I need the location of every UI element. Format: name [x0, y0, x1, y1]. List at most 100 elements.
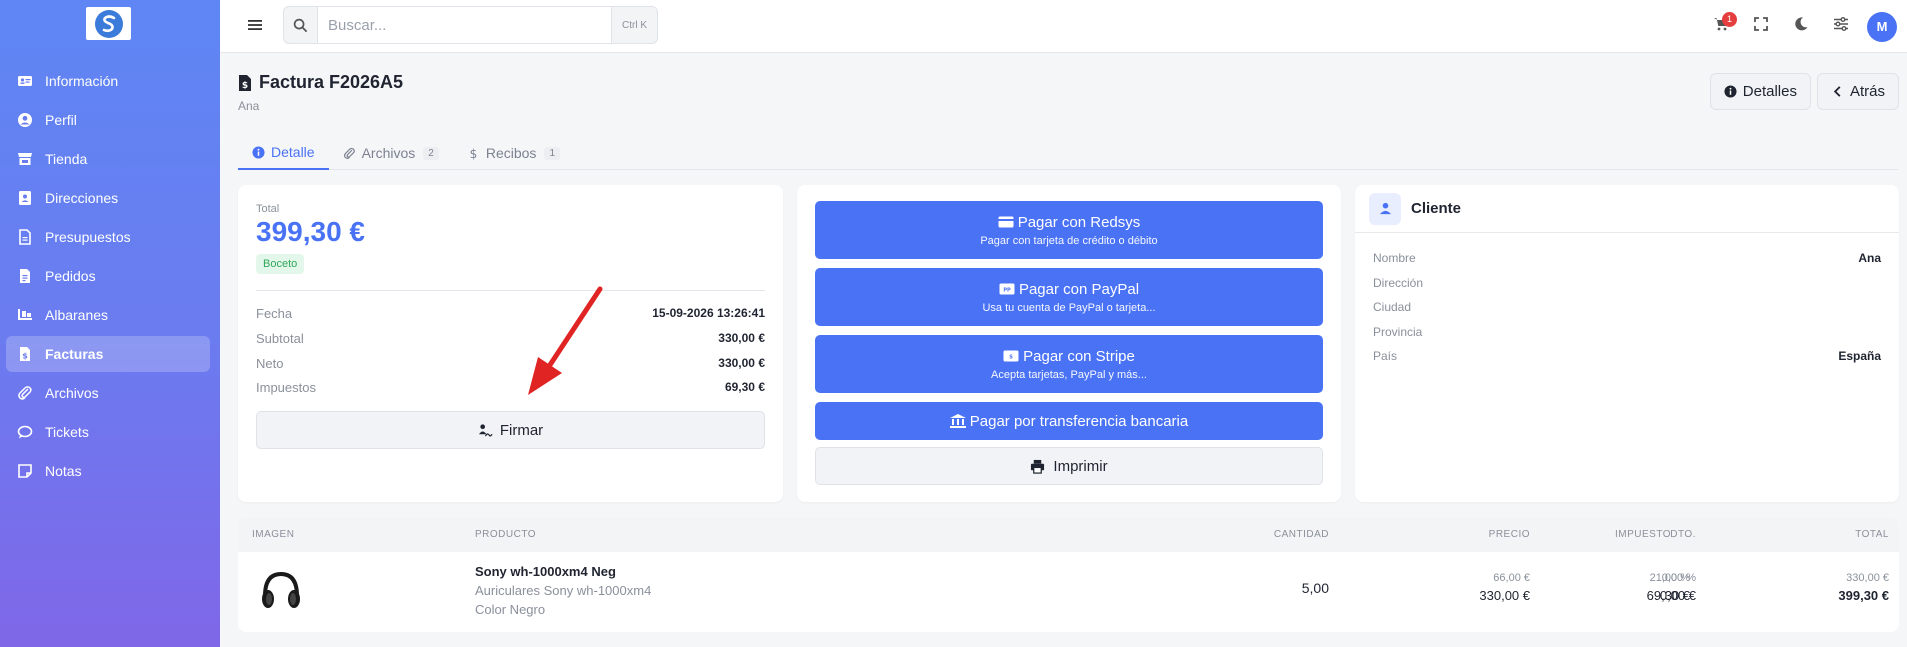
summary-key: Neto: [256, 356, 284, 371]
back-button-label: Atrás: [1849, 83, 1885, 100]
summary-key: Impuestos: [256, 380, 316, 395]
line-tax-value: 69,30 €: [1646, 588, 1690, 603]
print-button[interactable]: Imprimir: [815, 447, 1323, 485]
tab-recibos[interactable]: $ Recibos 1: [453, 136, 574, 170]
summary-key: Fecha: [256, 306, 293, 321]
sidebar-item-label: Albaranes: [45, 307, 109, 323]
svg-text:S: S: [1009, 355, 1013, 361]
sidebar-item-archivos[interactable]: Archivos: [6, 375, 210, 411]
invoice-icon: $: [16, 345, 34, 363]
menu-toggle-icon[interactable]: [247, 17, 263, 33]
id-card-icon: [16, 72, 34, 90]
total-value: 399,30 €: [256, 216, 365, 247]
sidebar-item-direcciones[interactable]: Direcciones: [6, 180, 210, 216]
back-button[interactable]: Atrás: [1816, 73, 1899, 110]
paperclip-icon: [343, 147, 355, 159]
printer-icon: [1031, 459, 1045, 474]
topbar: Ctrl K 1 M: [220, 0, 1907, 53]
tab-count-badge: 1: [544, 146, 560, 160]
search-input[interactable]: [318, 7, 611, 43]
sidebar-item-label: Tienda: [45, 151, 88, 167]
paypal-icon: PP: [999, 283, 1015, 295]
sidebar-item-perfil[interactable]: Perfil: [6, 102, 210, 138]
cart-count-badge: 1: [1722, 11, 1737, 27]
store-icon: [16, 150, 34, 168]
user-circle-icon: [16, 111, 34, 129]
col-header-image: IMAGEN: [252, 529, 295, 540]
settings-button[interactable]: [1821, 7, 1861, 47]
logo[interactable]: [86, 7, 131, 40]
sidebar-item-tickets[interactable]: Tickets: [6, 414, 210, 450]
sign-button[interactable]: Firmar: [256, 411, 765, 449]
dollar-icon: $: [470, 147, 478, 160]
svg-text:$: $: [470, 147, 478, 160]
client-row-provincia: Provincia: [1373, 325, 1881, 339]
invoice-icon: $: [239, 74, 251, 91]
client-row-direccion: Dirección: [1373, 276, 1881, 290]
pay-paypal-button[interactable]: PP Pagar con PayPal Usa tu cuenta de Pay…: [815, 268, 1323, 326]
tab-archivos[interactable]: Archivos 2: [329, 136, 453, 170]
sidebar-item-pedidos[interactable]: Pedidos: [6, 258, 210, 294]
status-badge: Boceto: [256, 254, 305, 274]
client-key: Dirección: [1373, 276, 1424, 290]
tab-bar: Detalle Archivos 2 $ Recibos 1: [238, 136, 1898, 170]
expand-icon: [1753, 16, 1769, 37]
sidebar-item-label: Archivos: [45, 385, 99, 401]
line-total-subtotal: 330,00 €: [1846, 572, 1889, 584]
line-unit-price: 66,00 €: [1493, 572, 1530, 584]
sidebar-item-albaranes[interactable]: Albaranes: [6, 297, 210, 333]
tab-label: Detalle: [271, 144, 315, 160]
file-text-icon: [16, 267, 34, 285]
sidebar-item-tienda[interactable]: Tienda: [6, 141, 210, 177]
cart-button[interactable]: 1: [1701, 7, 1741, 47]
client-key: Nombre: [1373, 251, 1416, 265]
col-header-tax: IMPUESTO: [1615, 529, 1672, 540]
pay-stripe-title: Pagar con Stripe: [1023, 347, 1135, 365]
col-header-product: PRODUCTO: [475, 529, 537, 540]
divider: [256, 290, 765, 291]
dark-mode-toggle[interactable]: [1781, 7, 1821, 47]
total-label: Total: [256, 203, 280, 215]
tab-label: Archivos: [361, 145, 416, 161]
sidebar-item-presupuestos[interactable]: Presupuestos: [6, 219, 210, 255]
sidebar-item-facturas[interactable]: $ Facturas: [6, 336, 210, 372]
client-row-nombre: Nombre Ana: [1373, 251, 1881, 265]
print-button-label: Imprimir: [1053, 457, 1108, 475]
user-avatar[interactable]: M: [1867, 11, 1897, 42]
client-key: Ciudad: [1373, 300, 1412, 314]
client-value: Ana: [1858, 251, 1881, 265]
line-price-total: 330,00 €: [1479, 588, 1530, 603]
sign-button-label: Firmar: [499, 421, 544, 439]
svg-text:$: $: [22, 352, 28, 361]
client-row-pais: País España: [1373, 349, 1881, 363]
pay-redsys-title: Pagar con Redsys: [1017, 213, 1141, 231]
sidebar-item-label: Información: [45, 73, 119, 89]
pay-paypal-title: Pagar con PayPal: [1018, 280, 1140, 298]
header-actions: Detalles Atrás: [1709, 73, 1899, 110]
pay-redsys-button[interactable]: Pagar con Redsys Pagar con tarjeta de cr…: [815, 201, 1323, 259]
summary-value: 330,00 €: [718, 331, 765, 345]
summary-value: 330,00 €: [718, 356, 765, 370]
summary-row-neto: Neto 330,00 €: [256, 356, 765, 371]
file-icon: [16, 228, 34, 246]
details-button-label: Detalles: [1742, 83, 1797, 100]
summary-row-impuestos: Impuestos 69,30 €: [256, 380, 765, 395]
sidebar-item-label: Notas: [45, 463, 82, 479]
summary-row-subtotal: Subtotal 330,00 €: [256, 331, 765, 346]
svg-text:$: $: [242, 81, 248, 91]
product-name[interactable]: Sony wh-1000xm4 Neg: [475, 564, 616, 579]
summary-value: 15-09-2026 13:26:41: [652, 306, 765, 320]
pay-stripe-button[interactable]: S Pagar con Stripe Acepta tarjetas, PayP…: [815, 335, 1323, 393]
client-key: País: [1373, 349, 1398, 363]
tab-detalle[interactable]: Detalle: [238, 136, 329, 170]
fullscreen-button[interactable]: [1741, 7, 1781, 47]
sidebar-item-notas[interactable]: Notas: [6, 453, 210, 489]
details-button[interactable]: Detalles: [1709, 73, 1811, 110]
sidebar-item-label: Facturas: [45, 346, 104, 362]
client-key: Provincia: [1373, 325, 1423, 339]
client-row-ciudad: Ciudad: [1373, 300, 1881, 314]
sidebar: Información Perfil Tienda Direcciones Pr…: [0, 0, 220, 647]
pay-transfer-button[interactable]: Pagar por transferencia bancaria: [815, 402, 1323, 440]
sidebar-item-informacion[interactable]: Información: [6, 63, 210, 99]
logo-mark-icon: [94, 9, 123, 38]
